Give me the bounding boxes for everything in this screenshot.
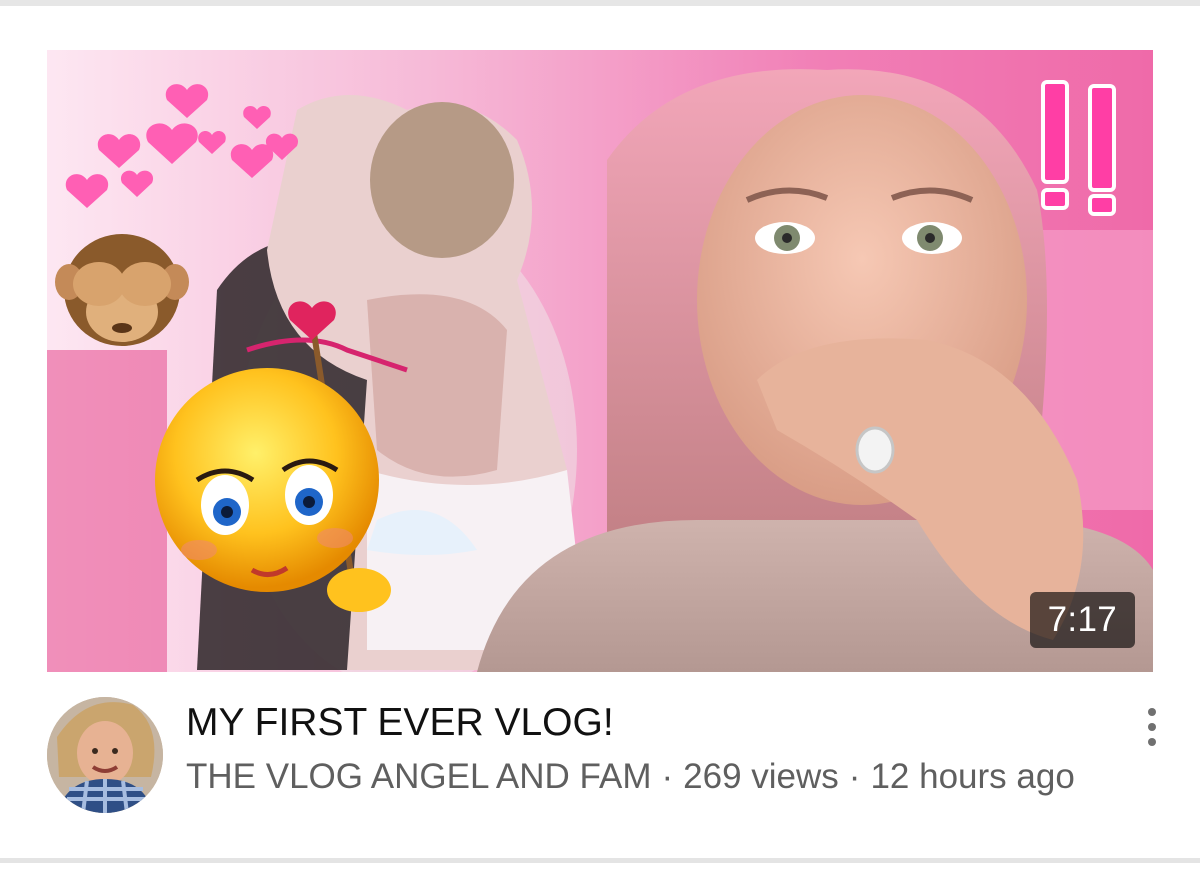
more-vertical-icon [1148,723,1156,731]
meta-separator: · [661,757,674,796]
avatar-image [47,697,163,813]
more-vertical-icon [1148,708,1156,716]
meta-separator: · [848,757,861,796]
view-count: 269 views [683,757,839,796]
more-options-button[interactable] [1130,697,1174,757]
more-vertical-icon [1148,738,1156,746]
video-thumbnail[interactable]: 7:17 [47,50,1153,672]
video-duration: 7:17 [1029,592,1135,648]
thumbnail-image [47,50,1153,672]
channel-avatar[interactable] [47,697,163,813]
bottom-divider [0,858,1200,863]
video-card: 7:17 MY FIRST EVER VLOG! THE VLOG ANGEL … [0,0,1200,888]
video-metadata: THE VLOG ANGEL AND FAM · 269 views · 12 hour… [186,755,1075,799]
top-divider [0,0,1200,6]
published-time: 12 hours ago [870,757,1075,796]
video-title[interactable]: MY FIRST EVER VLOG! [186,699,614,747]
channel-name[interactable]: THE VLOG ANGEL AND FAM [186,757,652,796]
